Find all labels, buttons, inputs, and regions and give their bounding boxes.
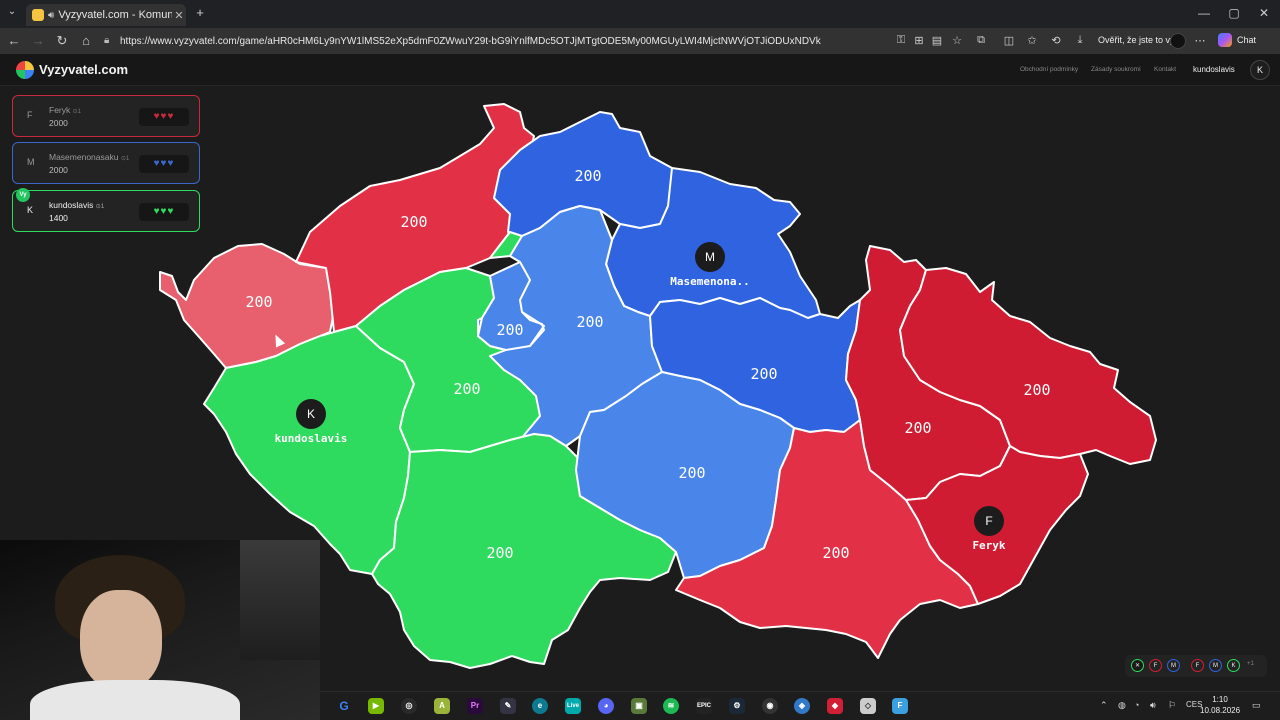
back-icon[interactable]: ←: [6, 33, 22, 48]
obs-icon[interactable]: ◎: [401, 698, 417, 714]
profile-icon[interactable]: [1170, 33, 1186, 49]
more-icon[interactable]: ⋯: [1193, 34, 1207, 47]
marker-name: kundoslavis: [275, 432, 348, 445]
apps-icon[interactable]: ⊞: [912, 34, 926, 47]
mini-player-m2: M: [1209, 659, 1222, 672]
history-icon[interactable]: ⟲: [1049, 34, 1063, 47]
nvidia-icon[interactable]: ▶: [368, 698, 384, 714]
mini-player-f: F: [1149, 659, 1162, 672]
tray-icon-1[interactable]: ◍: [1118, 700, 1126, 711]
chrome-icon[interactable]: ◉: [762, 698, 778, 714]
logitech-icon[interactable]: G: [336, 698, 352, 714]
tool-icon[interactable]: ✎: [500, 698, 516, 714]
discord-icon[interactable]: ◕: [598, 698, 614, 714]
window-close-icon[interactable]: ✕: [1254, 6, 1274, 20]
epic-icon[interactable]: EPIC: [696, 698, 712, 714]
mini-more-count: +1: [1247, 661, 1254, 667]
speaker-icon[interactable]: 🔊︎: [48, 10, 54, 21]
lock-icon: 🔒︎: [104, 35, 110, 46]
address-bar[interactable]: 🔒︎ https://www.vyzyvatel.com/game/aHR0cH…: [100, 31, 880, 51]
volume-icon[interactable]: 🔊︎: [1150, 700, 1156, 711]
copilot-chat-button[interactable]: Chat: [1218, 33, 1256, 47]
spotify-icon[interactable]: ≋: [663, 698, 679, 714]
user-avatar[interactable]: K: [1250, 60, 1270, 80]
url-text: https://www.vyzyvatel.com/game/aHR0cHM6L…: [120, 35, 821, 47]
browser-navbar: ← → ↻ ⌂ 🔒︎ https://www.vyzyvatel.com/gam…: [0, 28, 1280, 54]
premiere-icon[interactable]: Pr: [467, 698, 483, 714]
link-contact[interactable]: Kontakt: [1154, 66, 1176, 73]
reload-icon[interactable]: ↻: [54, 33, 70, 49]
home-icon[interactable]: ⌂: [78, 33, 94, 48]
edge-icon[interactable]: e: [532, 698, 548, 714]
marker-name: Masemenona..: [670, 275, 749, 288]
new-tab-icon[interactable]: +: [192, 5, 208, 20]
live-icon[interactable]: Live: [565, 698, 581, 714]
site-header: Vyzyvatel.com Obchodní podmínky Zásady s…: [0, 54, 1280, 86]
maximize-icon[interactable]: ▢: [1224, 6, 1244, 20]
reader-icon[interactable]: ▤: [930, 34, 944, 47]
taskbar-clock[interactable]: 1:10 10.08.2026: [1200, 694, 1240, 716]
favorite-icon[interactable]: ☆: [950, 34, 964, 47]
favorites-bar-icon[interactable]: ✩: [1025, 34, 1039, 47]
site-favicon-icon: [32, 9, 44, 21]
app4-icon[interactable]: ◇: [860, 698, 876, 714]
logo-icon[interactable]: [16, 61, 34, 79]
username-link[interactable]: kundoslavis: [1193, 65, 1235, 74]
close-mini-icon[interactable]: ✕: [1131, 659, 1144, 672]
app5-icon[interactable]: F: [892, 698, 908, 714]
chat-label: Chat: [1237, 35, 1257, 45]
tray-icon-3[interactable]: ⚐: [1168, 700, 1176, 711]
extensions-icon[interactable]: ⧉: [974, 34, 988, 47]
player-marker-feryk[interactable]: F Feryk: [972, 506, 1006, 552]
webcam-person-face: [80, 590, 162, 690]
webcam-person-shirt: [30, 680, 240, 720]
taskbar: G ▶ ◎ A Pr ✎ e Live ◕ ▣ ≋ EPIC ⚙ ◉ ◈ ◆ ◇…: [320, 691, 1280, 720]
app-icon[interactable]: A: [434, 698, 450, 714]
verify-identity-text[interactable]: Ověřit, že jste to vy: [1098, 35, 1175, 45]
key-icon[interactable]: ⚿: [894, 34, 908, 47]
clock-time: 1:10: [1212, 695, 1228, 704]
mini-player-m: M: [1167, 659, 1180, 672]
clock-date: 10.08.2026: [1200, 706, 1241, 715]
browser-tab[interactable]: 🔊︎ Vyzyvatel.com - Komunitní vě ✕: [26, 4, 186, 26]
app2-icon[interactable]: ◈: [794, 698, 810, 714]
app3-icon[interactable]: ◆: [827, 698, 843, 714]
tab-title: Vyzyvatel.com - Komunitní vě: [58, 9, 172, 21]
marker-initial: M: [705, 250, 715, 264]
webcam-overlay: [0, 540, 320, 720]
site-logo-text[interactable]: Vyzyvatel.com: [39, 62, 128, 77]
notifications-icon[interactable]: ▭: [1252, 700, 1261, 711]
marker-initial: K: [307, 407, 315, 421]
mini-player-icons: ✕ F M F M K +1: [1125, 655, 1267, 677]
link-terms[interactable]: Obchodní podmínky: [1020, 66, 1078, 73]
marker-name: Feryk: [972, 539, 1005, 552]
copilot-icon: [1218, 33, 1232, 47]
tray-icon-2[interactable]: ◔: [1134, 700, 1139, 710]
tray-chevron-icon[interactable]: ⌃: [1100, 700, 1108, 711]
link-privacy[interactable]: Zásady soukromí: [1091, 66, 1141, 73]
mini-player-f2: F: [1191, 659, 1204, 672]
download-icon[interactable]: ⤓: [1073, 34, 1087, 47]
minimize-icon[interactable]: —: [1194, 6, 1214, 20]
marker-initial: F: [985, 514, 992, 528]
mini-player-k: K: [1227, 659, 1240, 672]
browser-titlebar: ⌄ 🔊︎ Vyzyvatel.com - Komunitní vě ✕ + — …: [0, 0, 1280, 28]
forward-icon[interactable]: →: [30, 33, 46, 48]
close-tab-icon[interactable]: ✕: [172, 9, 186, 22]
split-icon[interactable]: ◫: [1002, 34, 1016, 47]
steam-icon[interactable]: ⚙: [729, 698, 745, 714]
minecraft-icon[interactable]: ▣: [631, 698, 647, 714]
webcam-background: [240, 540, 320, 660]
tab-menu-icon[interactable]: ⌄: [4, 6, 20, 17]
